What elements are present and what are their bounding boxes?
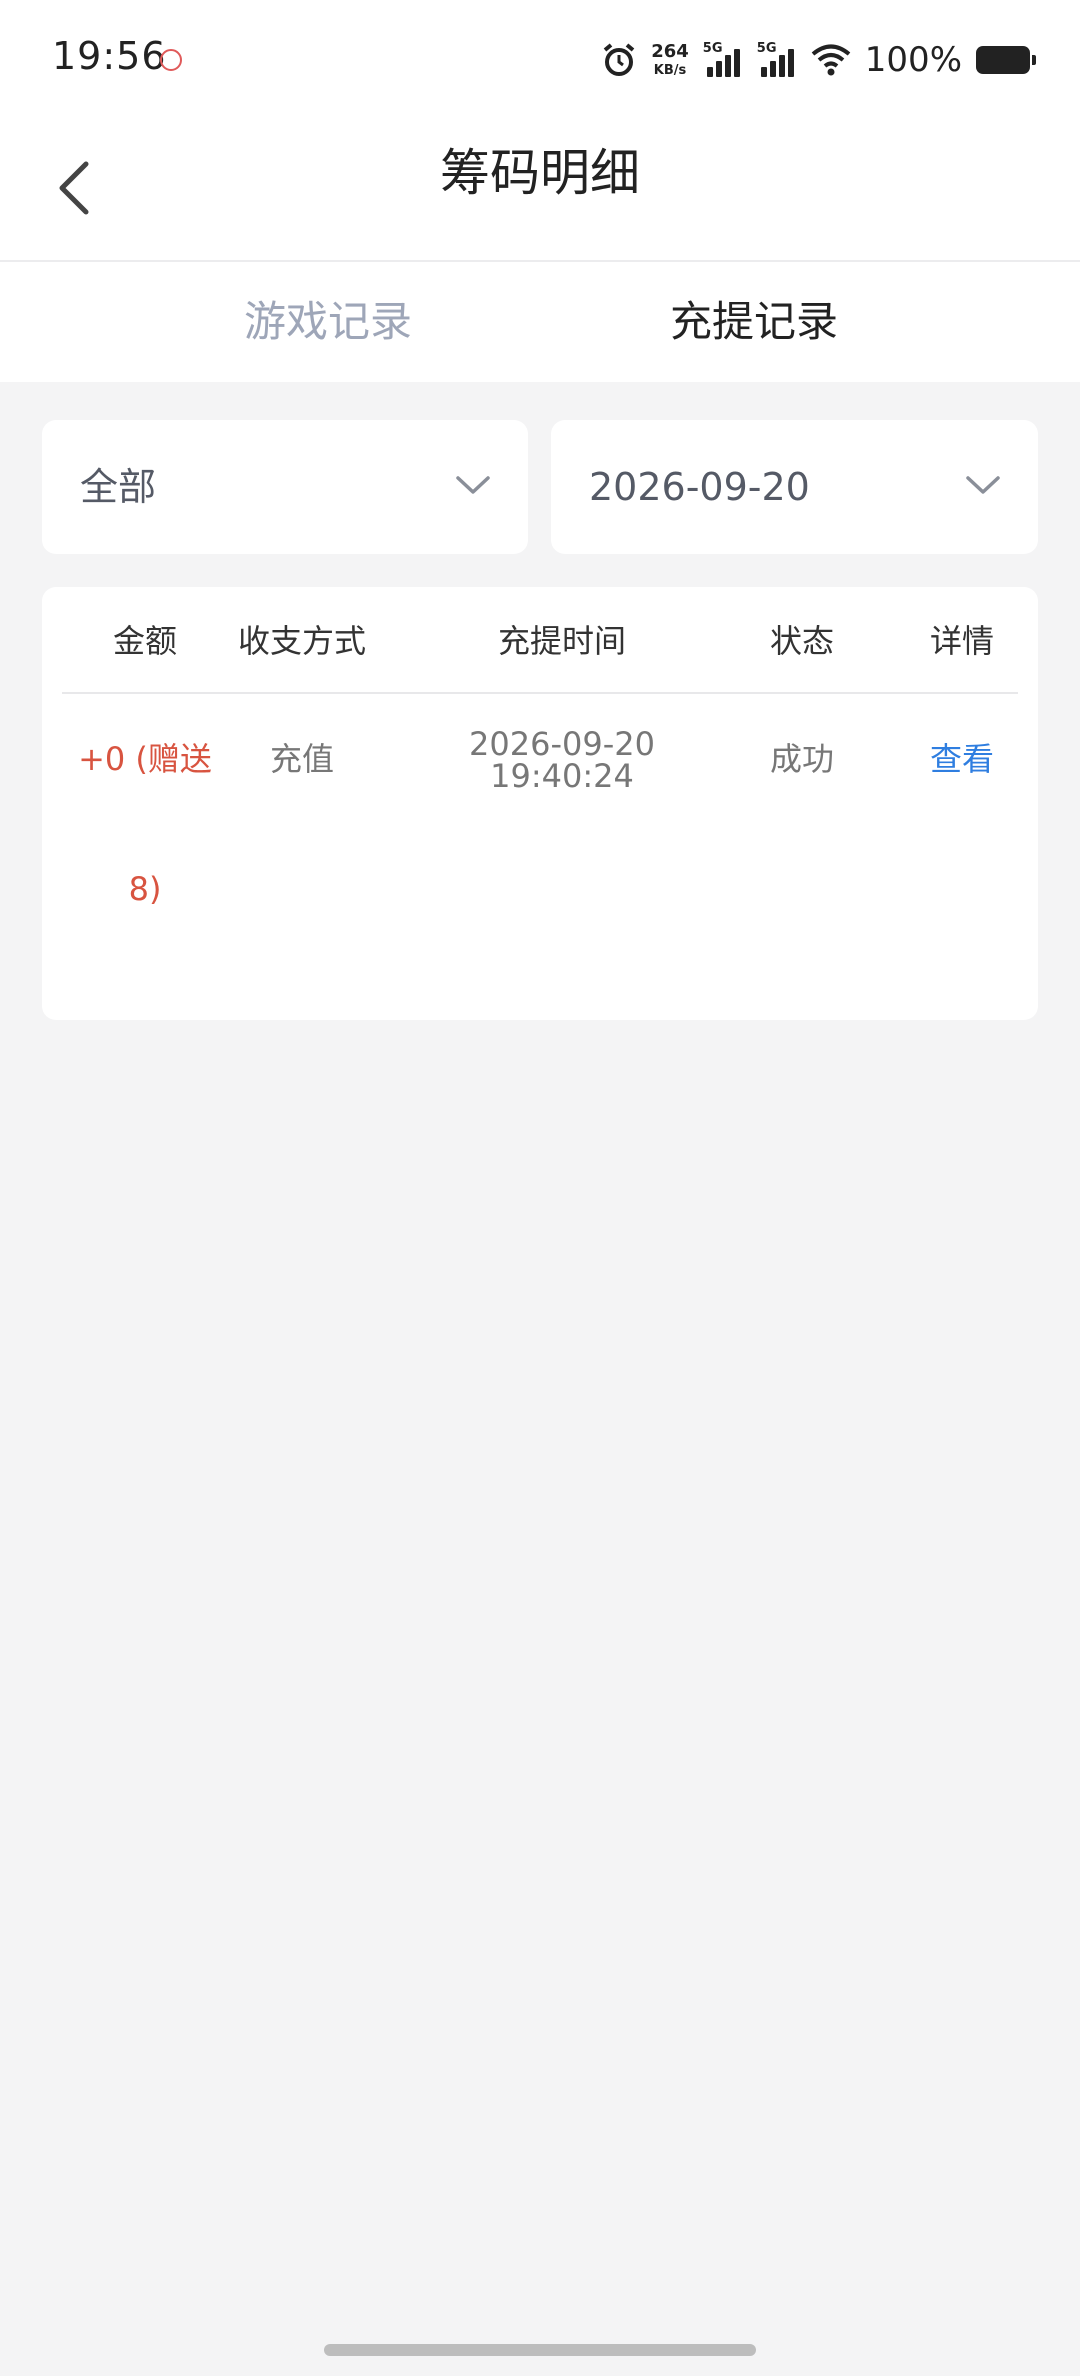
type-filter-dropdown[interactable]: 全部	[42, 420, 528, 554]
header-detail: 详情	[929, 622, 994, 660]
tab-game-records[interactable]: 游戏记录	[168, 262, 488, 382]
signal-icon: 5G	[702, 41, 743, 77]
header-status: 状态	[769, 622, 834, 660]
sim2-tag: 5G	[756, 41, 777, 56]
status-bar: 19:56 264 KB/s 5G 5G 100%	[0, 0, 1080, 118]
row-time: 19:40:24	[490, 757, 634, 795]
row-date: 2026-09-20	[469, 725, 655, 763]
network-speed-unit: KB/s	[653, 63, 687, 78]
battery-percentage: 100%	[864, 40, 962, 80]
tab-bar: 游戏记录 充提记录	[0, 262, 1080, 382]
chevron-down-icon	[456, 476, 490, 494]
chevron-down-icon	[966, 476, 1000, 494]
table-row: +0 (赠送8) 充值 2026-09-20 19:40:24 成功 查看	[62, 694, 1018, 908]
app-notification-icon	[160, 49, 182, 71]
wifi-icon	[811, 44, 851, 76]
row-status: 成功	[769, 740, 834, 778]
battery-icon	[976, 46, 1036, 74]
status-icons: 264 KB/s 5G 5G 100%	[601, 40, 1036, 80]
nav-bar: 筹码明细	[0, 118, 1080, 262]
signal-icon: 5G	[756, 41, 797, 77]
records-table: 金额 收支方式 充提时间 状态 详情 +0 (赠送8) 充值 2026-09-2…	[42, 587, 1038, 1020]
header-time: 充提时间	[497, 622, 626, 660]
alarm-icon	[603, 43, 635, 76]
network-speed-value: 264	[651, 41, 689, 62]
sim1-tag: 5G	[702, 41, 723, 56]
row-amount: +0 (赠送8)	[78, 740, 212, 908]
home-indicator[interactable]	[324, 2344, 756, 2356]
header-amount: 金额	[112, 622, 177, 660]
page-title: 筹码明细	[440, 144, 640, 202]
type-filter-value: 全部	[80, 465, 157, 509]
date-filter-dropdown[interactable]: 2026-09-20	[551, 420, 1038, 554]
date-filter-value: 2026-09-20	[589, 465, 810, 509]
status-time: 19:56	[52, 34, 167, 78]
row-datetime: 2026-09-20 19:40:24	[422, 728, 702, 792]
tab-recharge-records[interactable]: 充提记录	[594, 262, 914, 382]
table-header: 金额 收支方式 充提时间 状态 详情	[62, 587, 1018, 694]
network-speed: 264 KB/s	[651, 41, 689, 78]
header-method: 收支方式	[237, 622, 366, 660]
view-detail-link[interactable]: 查看	[882, 694, 1042, 824]
row-method: 充值	[269, 740, 334, 778]
